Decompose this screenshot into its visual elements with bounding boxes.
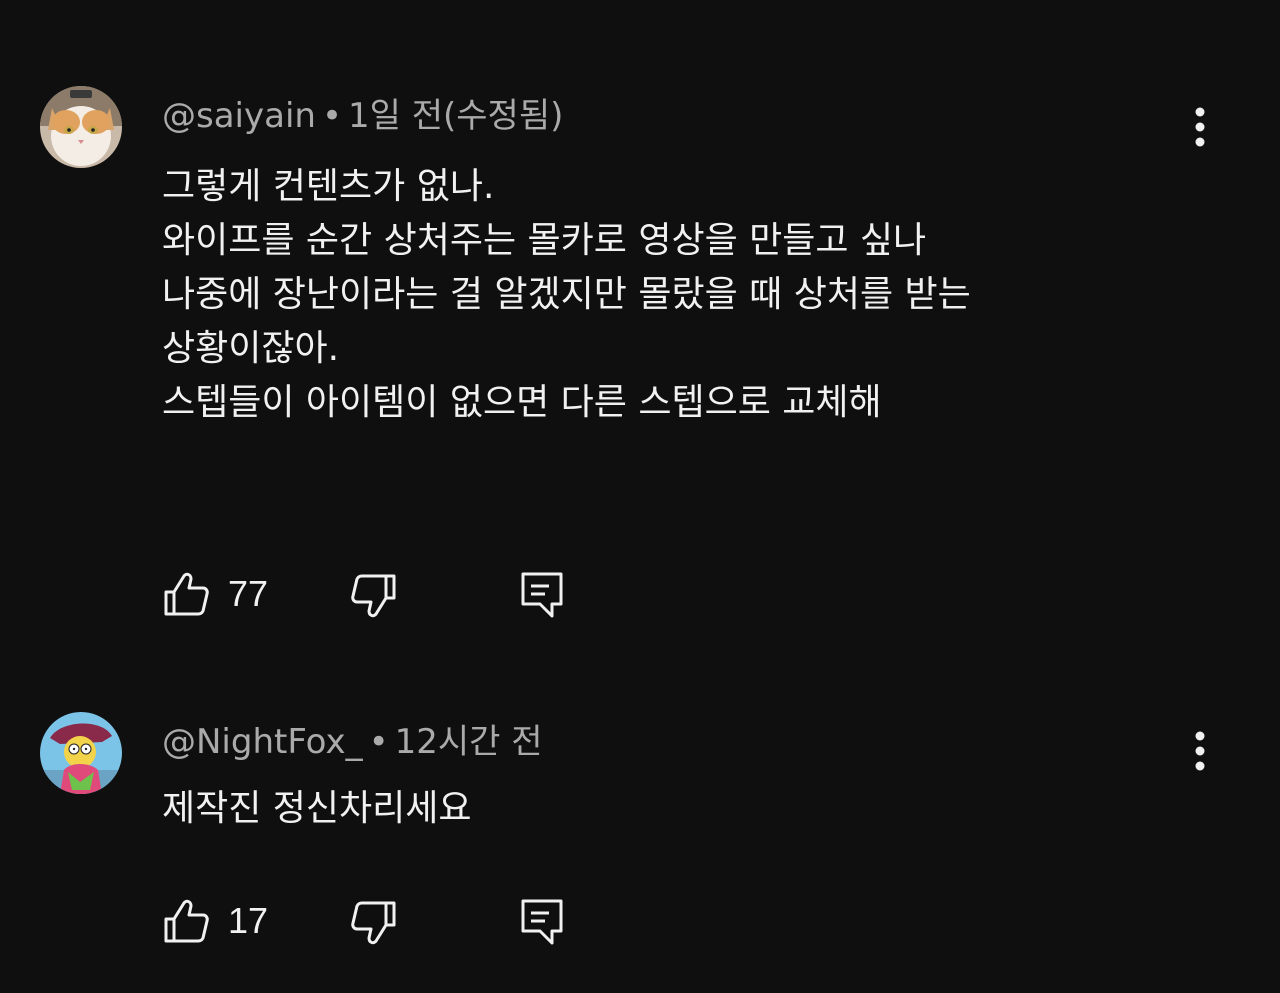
comment-line: 스텝들이 아이템이 없으면 다른 스텝으로 교체해: [162, 382, 882, 423]
reply-button[interactable]: [514, 893, 570, 949]
comment-line: 그렇게 컨텐츠가 없나.: [162, 166, 495, 207]
comment-line: 상황이잖아.: [162, 328, 340, 369]
comment-text: 그렇게 컨텐츠가 없나. 와이프를 순간 상처주는 몰카로 영상을 만들고 싶나…: [162, 160, 971, 430]
reply-icon: [521, 899, 563, 945]
kebab-menu-icon: [1195, 107, 1205, 147]
like-button[interactable]: 17: [158, 893, 278, 949]
more-options-button[interactable]: [1180, 98, 1220, 158]
like-button[interactable]: 77: [158, 566, 278, 622]
reply-button[interactable]: [514, 566, 570, 622]
thumbs-up-icon: [164, 899, 209, 943]
comment-line: 나중에 장난이라는 걸 알겠지만 몰랐을 때 상처를 받는: [162, 274, 971, 315]
like-count: 77: [228, 573, 269, 614]
username[interactable]: @saiyain: [162, 96, 316, 136]
avatar[interactable]: [40, 712, 122, 794]
separator-dot: •: [368, 722, 389, 762]
timestamp[interactable]: 1일 전(수정됨): [348, 96, 563, 136]
comment-line: 제작진 정신차리세요: [162, 788, 472, 829]
thumbs-down-icon: [351, 574, 396, 618]
comment-line: 와이프를 순간 상처주는 몰카로 영상을 만들고 싶나: [162, 220, 927, 261]
comment-meta: @NightFox_ • 12시간 전: [162, 722, 543, 762]
more-options-button[interactable]: [1180, 722, 1220, 782]
comment-meta: @saiyain • 1일 전(수정됨): [162, 96, 563, 136]
dislike-button[interactable]: [346, 893, 402, 949]
comment-text: 제작진 정신차리세요: [162, 782, 472, 836]
separator-dot: •: [321, 96, 343, 136]
dislike-button[interactable]: [346, 566, 402, 622]
like-count: 17: [228, 900, 269, 941]
username[interactable]: @NightFox_: [162, 722, 363, 762]
thumbs-down-icon: [351, 901, 396, 945]
avatar[interactable]: [40, 86, 122, 168]
cartoon-avatar-icon: [40, 712, 122, 794]
reply-icon: [521, 572, 563, 618]
cat-avatar-icon: [40, 86, 122, 168]
thumbs-up-icon: [164, 572, 209, 616]
kebab-menu-icon: [1195, 731, 1205, 771]
timestamp[interactable]: 12시간 전: [395, 722, 543, 762]
